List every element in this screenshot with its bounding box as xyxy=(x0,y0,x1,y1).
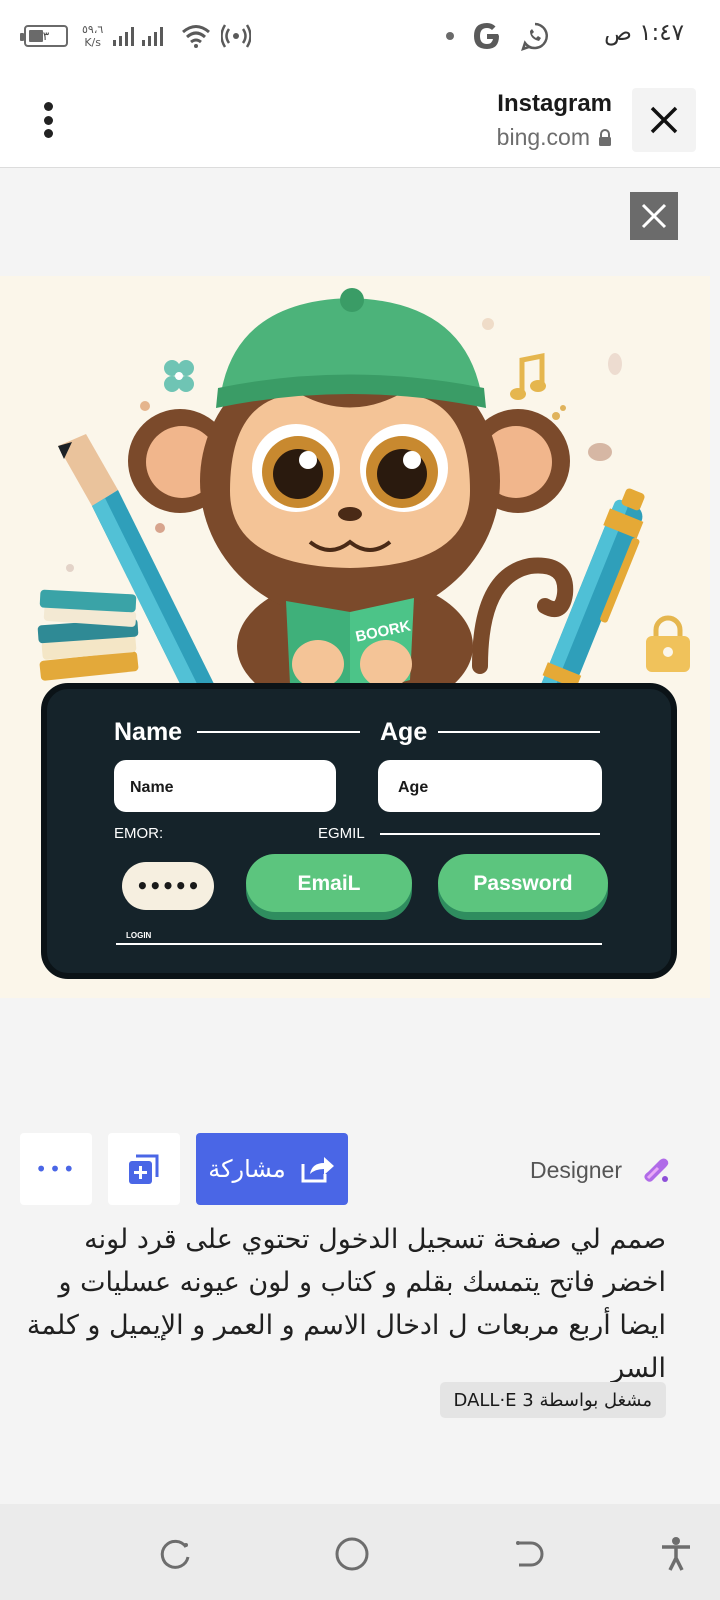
domain-text: bing.com xyxy=(496,124,590,150)
password-dots: ••••• xyxy=(136,874,200,898)
page-title: Instagram xyxy=(497,90,612,117)
add-copy-icon xyxy=(129,1154,159,1184)
back-icon xyxy=(516,1541,544,1567)
generated-image[interactable]: BOORK Name Age Name Age EMOR: EGMIL ••••… xyxy=(0,276,710,998)
lock-icon xyxy=(599,128,611,146)
accessibility-icon xyxy=(662,1537,690,1571)
accessibility-button[interactable] xyxy=(656,1534,696,1574)
back-button[interactable] xyxy=(508,1534,548,1574)
login-small-text: LOGIN xyxy=(126,931,152,940)
flower-icon xyxy=(164,360,194,392)
book-stack xyxy=(37,589,139,681)
page-info: Instagram bing.com xyxy=(497,90,612,151)
whatsapp-icon xyxy=(521,22,548,51)
signal-icon xyxy=(113,27,164,46)
notification-icons xyxy=(446,18,550,54)
dalle-badge: مشغل بواسطة DALL·E 3 xyxy=(439,1382,666,1418)
image-viewer: BOORK Name Age Name Age EMOR: EGMIL ••••… xyxy=(0,168,710,1504)
browser-header: Instagram bing.com xyxy=(0,72,720,168)
monkey-illustration: BOORK Name Age Name Age EMOR: EGMIL ••••… xyxy=(37,288,690,979)
close-icon xyxy=(641,203,667,229)
close-icon xyxy=(650,106,678,134)
age-field: Age xyxy=(398,779,428,796)
status-icons-left: ٣ ٥٩،٦ K/s xyxy=(20,18,252,54)
hotspot-icon xyxy=(221,24,252,48)
name-field: Name xyxy=(130,779,174,796)
add-to-collection-button[interactable] xyxy=(108,1133,180,1205)
prompt-text: صمم لي صفحة تسجيل الدخول تحتوي على قرد ل… xyxy=(26,1224,666,1384)
designer-link[interactable]: Designer xyxy=(530,1146,672,1194)
emor-label: EMOR: xyxy=(114,825,163,842)
battery-icon: ٣ xyxy=(20,25,68,47)
status-bar: ٣ ٥٩،٦ K/s ١:٤٧ ص xyxy=(0,0,720,72)
email-button: EmaiL xyxy=(297,872,360,895)
clock: ١:٤٧ ص xyxy=(604,20,684,46)
music-note-icon xyxy=(510,352,546,400)
recents-icon xyxy=(160,1539,190,1569)
home-icon xyxy=(335,1537,369,1571)
navigation-bar xyxy=(0,1504,720,1600)
close-button[interactable] xyxy=(632,88,696,152)
more-dots-icon: ••• xyxy=(35,1157,77,1181)
page-domain: bing.com xyxy=(497,124,612,151)
age-heading: Age xyxy=(380,718,427,746)
share-button[interactable]: مشاركة xyxy=(196,1133,348,1205)
more-button[interactable]: ••• xyxy=(20,1133,92,1205)
home-button[interactable] xyxy=(332,1534,372,1574)
padlock-icon xyxy=(646,615,690,672)
recent-apps-button[interactable] xyxy=(156,1534,196,1574)
image-actions: ••• مشاركة xyxy=(20,1133,348,1205)
name-heading: Name xyxy=(114,718,182,746)
designer-label: Designer xyxy=(529,1156,622,1183)
egmil-label: EGMIL xyxy=(318,825,365,842)
designer-icon xyxy=(644,1158,669,1182)
share-icon xyxy=(301,1157,334,1183)
wifi-icon xyxy=(182,25,211,48)
google-icon xyxy=(474,23,499,49)
network-speed: ٥٩،٦ K/s xyxy=(82,23,104,49)
close-viewer-button[interactable] xyxy=(630,192,678,240)
share-label: مشاركة xyxy=(208,1155,286,1183)
more-options-icon[interactable] xyxy=(28,98,68,142)
password-button: Password xyxy=(473,872,572,895)
dot-icon xyxy=(446,32,454,40)
